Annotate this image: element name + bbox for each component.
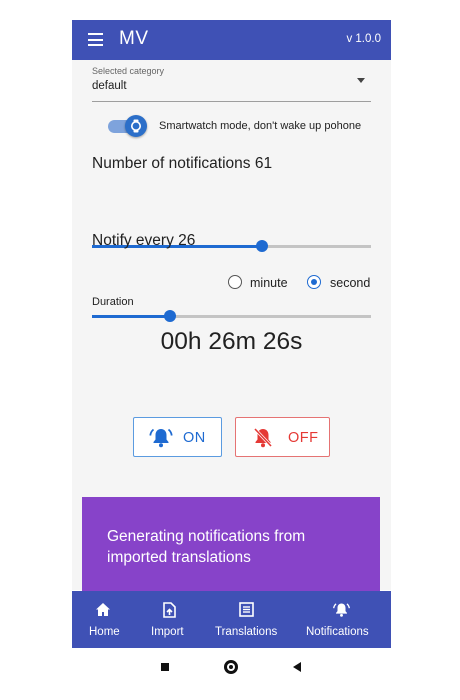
duration-value: 00h 26m 26s <box>160 328 303 355</box>
nav-item-translations[interactable]: Translations <box>212 591 282 648</box>
bell-icon <box>333 603 350 617</box>
slider-handle[interactable] <box>164 310 177 322</box>
status-banner-text: Generating notifications from imported t… <box>107 528 306 566</box>
category-select-label: Selected category <box>92 66 165 76</box>
radio-minute[interactable] <box>228 275 242 289</box>
smartwatch-label: Smartwatch mode, don't wake up pohone <box>159 120 362 132</box>
nav-label-notifications: Notifications <box>306 626 369 638</box>
category-select-underline <box>92 101 371 102</box>
bell-ringing-icon <box>149 428 173 448</box>
radio-second[interactable] <box>307 275 321 289</box>
notify-interval-slider[interactable] <box>92 310 371 322</box>
duration-label: Duration <box>92 296 134 308</box>
on-button-label: ON <box>183 430 206 446</box>
on-button[interactable]: ON <box>133 417 222 457</box>
category-select[interactable]: default <box>92 80 127 92</box>
menu-icon[interactable] <box>88 33 103 46</box>
watch-icon <box>131 119 141 133</box>
nav-item-home[interactable]: Home <box>82 591 126 648</box>
import-icon <box>163 602 176 618</box>
off-button[interactable]: OFF <box>235 417 330 457</box>
bottom-navigation: Home Import Translations Notifications <box>72 591 391 648</box>
system-navigation-bar <box>72 648 391 680</box>
nav-label-import: Import <box>151 626 184 638</box>
slider-fill <box>92 315 171 318</box>
nav-item-notifications[interactable]: Notifications <box>302 591 382 648</box>
radio-second-label[interactable]: second <box>330 276 370 290</box>
bell-off-icon <box>253 427 273 448</box>
app-version: v 1.0.0 <box>346 33 381 45</box>
home-icon <box>96 603 110 616</box>
nav-label-translations: Translations <box>215 626 278 638</box>
notify-every-label: Notify every 26 <box>92 232 196 249</box>
back-icon[interactable] <box>293 662 301 672</box>
recent-apps-icon[interactable] <box>161 663 169 671</box>
app-bar: MV v 1.0.0 <box>72 20 391 60</box>
off-button-label: OFF <box>288 430 319 446</box>
radio-minute-label[interactable]: minute <box>250 276 288 290</box>
smartwatch-toggle[interactable] <box>106 115 149 137</box>
translations-icon <box>239 602 254 617</box>
toggle-thumb <box>125 115 147 137</box>
phone-screen: MV v 1.0.0 Selected category default Sma… <box>72 20 391 680</box>
app-title: MV <box>119 28 149 49</box>
status-banner: Generating notifications from imported t… <box>82 497 380 596</box>
notifications-count-label: Number of notifications 61 <box>92 155 273 172</box>
nav-label-home: Home <box>89 626 120 638</box>
dropdown-arrow-icon[interactable] <box>357 78 365 83</box>
nav-item-import[interactable]: Import <box>145 591 193 648</box>
home-button-icon[interactable] <box>224 660 238 674</box>
